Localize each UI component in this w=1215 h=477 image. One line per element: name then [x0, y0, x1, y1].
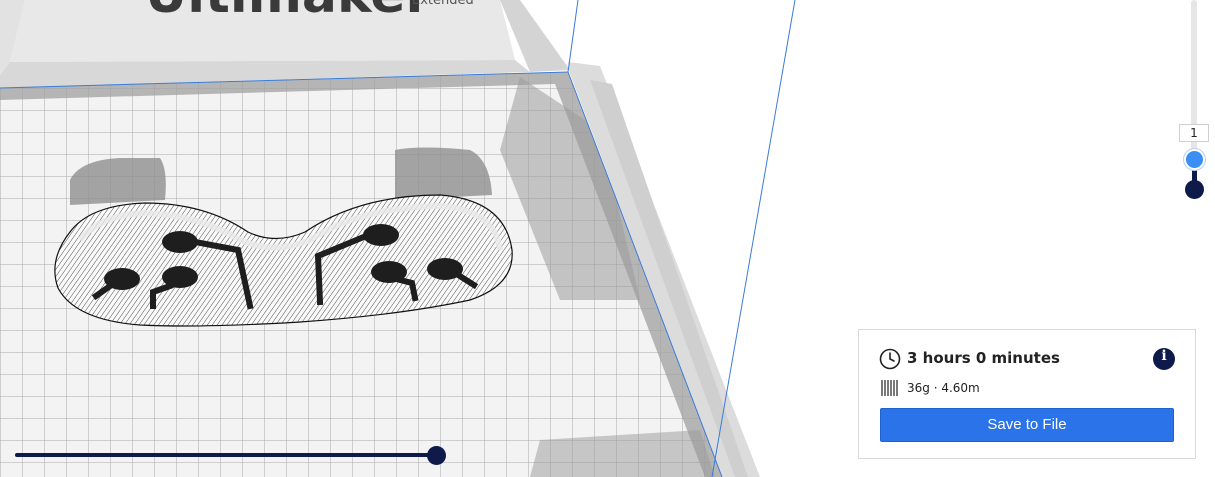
- path-slider-track[interactable]: [15, 453, 436, 457]
- filament-spool-icon: [881, 380, 898, 396]
- layer-slider-bottom-handle[interactable]: [1185, 180, 1204, 199]
- printer-brand-logo: Ultimaker: [145, 0, 431, 25]
- save-to-file-button[interactable]: Save to File: [880, 408, 1174, 442]
- print-info-panel: 3 hours 0 minutes i 36g · 4.60m Save to …: [858, 329, 1196, 459]
- clock-icon: [879, 348, 901, 370]
- info-icon[interactable]: i: [1153, 348, 1175, 370]
- layer-number-label[interactable]: 1: [1179, 124, 1209, 142]
- path-slider-handle[interactable]: [427, 446, 446, 465]
- build-volume-edge: [711, 0, 796, 477]
- build-volume-edge: [567, 0, 579, 73]
- printer-model-label: Extended: [412, 0, 474, 8]
- layer-slider-top-handle[interactable]: [1184, 149, 1205, 170]
- material-estimate: 36g · 4.60m: [907, 381, 980, 395]
- print-time-estimate: 3 hours 0 minutes: [907, 349, 1060, 367]
